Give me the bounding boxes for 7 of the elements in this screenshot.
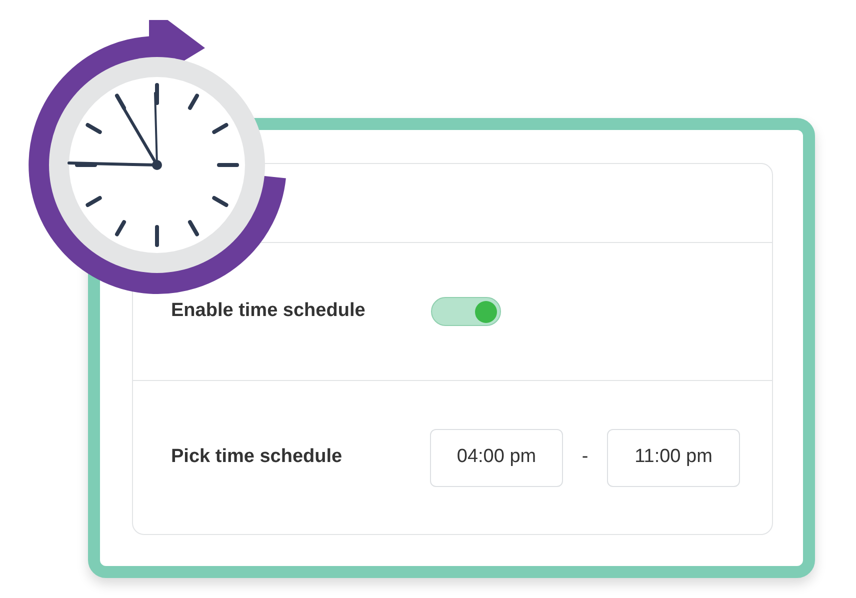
toggle-switch[interactable] (431, 297, 501, 326)
toggle-knob (475, 300, 497, 322)
end-time-field[interactable]: 11:00 pm (607, 428, 740, 486)
pick-label: Pick time schedule (171, 445, 344, 470)
range-separator: - (580, 445, 590, 470)
start-time-field[interactable]: 04:00 pm (430, 428, 563, 486)
enable-label: Enable time schedule (171, 299, 366, 324)
